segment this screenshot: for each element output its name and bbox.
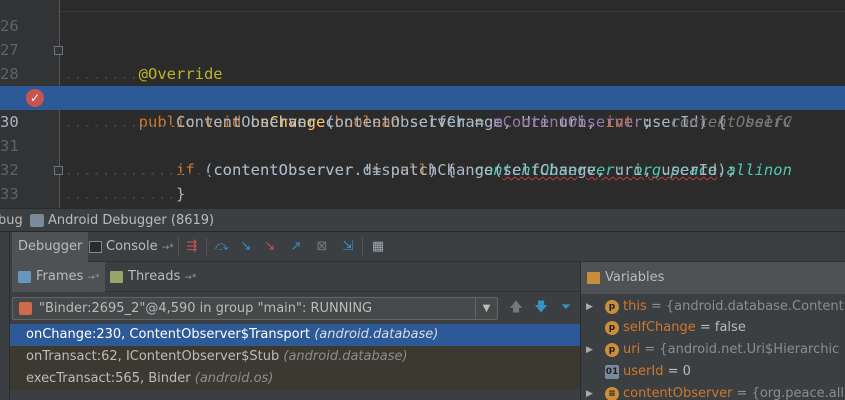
fold-icon[interactable]: [54, 46, 63, 55]
step-over-icon[interactable]: ⤼: [214, 239, 230, 255]
thread-combo-box[interactable]: "Binder:2695_2"@4,590 in group "main": R…: [12, 297, 498, 320]
frames-panel: Frames →* Threads →* "Binder:2695_2"@4,5…: [10, 262, 580, 400]
frames-icon: [18, 271, 31, 283]
thread-label: "Binder:2695_2"@4,590 in group "main": R…: [39, 301, 373, 316]
code-line-34[interactable]: 34: [0, 182, 845, 206]
code-line-32[interactable]: 32 ............}: [0, 134, 845, 203]
code-line-31[interactable]: 31 ................contentObserver.dispa…: [0, 110, 845, 179]
filter-icon[interactable]: ⏷: [558, 300, 574, 316]
code-line-28[interactable]: 28 ........public void onChange(boolean …: [0, 38, 845, 131]
tab-threads[interactable]: Threads →*: [104, 262, 202, 292]
expand-arrow-icon[interactable]: ▶: [586, 383, 593, 400]
threads-icon: [110, 271, 123, 283]
code-line-30-execution-point[interactable]: 30 ✓ ............if (contentObserver != …: [0, 86, 845, 179]
variable-row-selfchange[interactable]: p selfChange = false: [581, 317, 845, 339]
debug-session-tab[interactable]: Android Debugger (8619): [48, 209, 214, 232]
variable-row-uri[interactable]: ▶ p uri = {android.net.Uri$Hierarchic: [581, 339, 845, 361]
fold-icon[interactable]: [54, 166, 63, 175]
tab-debugger[interactable]: Debugger: [12, 232, 89, 262]
arrow-down-icon[interactable]: 🡇: [533, 300, 549, 316]
parameter-icon: p: [605, 343, 619, 357]
thread-icon: [19, 302, 32, 315]
force-step-into-icon[interactable]: ↘: [262, 239, 278, 255]
android-debugger-icon: [30, 214, 44, 227]
object-icon: p: [605, 300, 619, 314]
run-to-cursor-icon[interactable]: ⇲: [340, 239, 356, 255]
console-icon: [89, 241, 102, 253]
code-line-26[interactable]: 26: [0, 0, 845, 35]
primitive-icon: 01: [605, 365, 619, 379]
object-icon: ≡: [605, 387, 619, 400]
thread-selector-row: "Binder:2695_2"@4,590 in group "main": R…: [10, 292, 580, 324]
code-line-29[interactable]: 29 ............ContentObserver contentOb…: [0, 62, 845, 131]
expand-arrow-icon[interactable]: ▶: [586, 296, 593, 318]
frame-row[interactable]: onTransact:62, IContentObserver$Stub (an…: [10, 346, 580, 368]
breakpoint-check-icon[interactable]: ✓: [26, 89, 44, 107]
code-editor[interactable]: 26 27 ........@Override 28 ........publi…: [0, 0, 845, 208]
frames-list: onChange:230, ContentObserver$Transport …: [10, 324, 580, 400]
code-line-27[interactable]: 27 ........@Override: [0, 14, 845, 83]
variable-row-contentobserver[interactable]: ▶ ≡ contentObserver = {org.peace.all: [581, 383, 845, 400]
drop-frame-icon[interactable]: ⊠: [314, 239, 330, 255]
tab-console[interactable]: Console →*: [84, 232, 180, 262]
expand-arrow-icon[interactable]: ▶: [586, 339, 593, 361]
step-into-icon[interactable]: ↘: [238, 239, 254, 255]
code-line-33[interactable]: 33 ........}: [0, 158, 845, 203]
variables-panel: Variables ▶ p this = {android.database.C…: [580, 262, 845, 400]
toolbar-separator: [206, 238, 207, 256]
step-out-icon[interactable]: ↗: [288, 239, 304, 255]
tab-frames[interactable]: Frames →*: [12, 262, 106, 292]
debug-label: ebug: [0, 213, 23, 228]
tool-window-strip: [0, 232, 10, 400]
variables-icon: [587, 272, 600, 284]
frame-row[interactable]: onChange:230, ContentObserver$Transport …: [10, 324, 580, 346]
frames-tabs: Frames →* Threads →*: [10, 262, 580, 292]
toolbar-separator: [362, 238, 363, 256]
variable-row-userid[interactable]: 01 userId = 0: [581, 361, 845, 383]
debugger-toolbar: Debugger Console →* ⇶ ⤼ ↘ ↘ ↗ ⊠ ⇲ ▦: [0, 232, 845, 262]
toolbar-separator: [178, 238, 179, 256]
evaluate-expression-icon[interactable]: ▦: [370, 239, 386, 255]
arrow-up-icon[interactable]: 🡅: [508, 300, 524, 316]
parameter-icon: p: [605, 321, 619, 335]
debug-tool-window-title[interactable]: ebug Android Debugger (8619): [0, 208, 845, 232]
variables-header[interactable]: Variables: [581, 262, 845, 294]
frame-row[interactable]: execTransact:565, Binder (android.os): [10, 368, 580, 390]
chevron-down-icon[interactable]: ▼: [475, 298, 497, 319]
variable-row-this[interactable]: ▶ p this = {android.database.Content: [581, 296, 845, 318]
show-execution-point-icon[interactable]: ⇶: [184, 239, 200, 255]
